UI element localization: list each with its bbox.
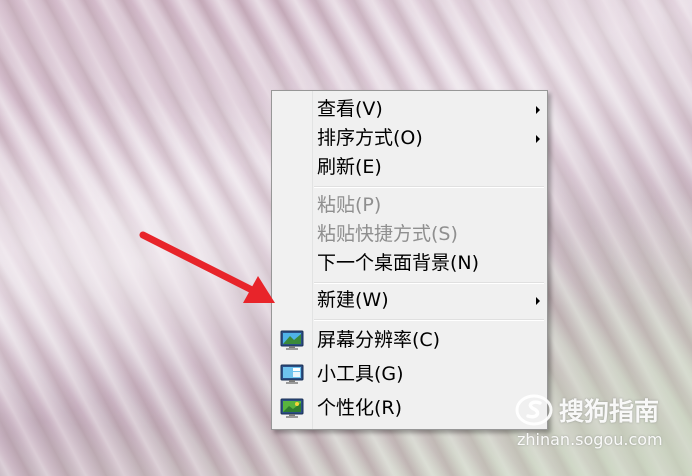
menu-item-next-desktop-background[interactable]: 下一个桌面背景(N) [275, 249, 544, 278]
menu-item-personalize[interactable]: 个性化(R) [275, 394, 544, 423]
submenu-arrow-icon [536, 297, 540, 305]
menu-item-label: 个性化(R) [317, 397, 403, 419]
menu-separator [314, 186, 544, 188]
watermark-brand: 搜狗指南 [559, 397, 660, 426]
desktop-context-menu: 查看(V) 排序方式(O) 刷新(E) 粘贴(P) 粘贴快捷方式(S) 下一个桌… [271, 90, 548, 430]
personalize-icon [280, 398, 304, 418]
menu-item-sort-by[interactable]: 排序方式(O) [275, 124, 544, 153]
menu-item-label: 新建(W) [317, 289, 389, 311]
menu-item-new[interactable]: 新建(W) [275, 286, 544, 315]
menu-item-screen-resolution[interactable]: 屏幕分辨率(C) [275, 326, 544, 355]
menu-separator [314, 282, 544, 284]
sogou-logo-icon [515, 394, 553, 426]
monitor-resolution-icon [280, 330, 304, 350]
menu-item-label: 屏幕分辨率(C) [317, 329, 441, 351]
menu-item-label: 下一个桌面背景(N) [317, 252, 480, 274]
menu-item-label: 查看(V) [317, 98, 383, 120]
menu-item-label: 小工具(G) [317, 363, 404, 385]
menu-item-paste[interactable]: 粘贴(P) [275, 191, 544, 220]
menu-item-label: 粘贴快捷方式(S) [317, 223, 458, 245]
menu-separator [314, 319, 544, 321]
watermark-url: zhinan.sogou.com [517, 430, 663, 449]
menu-item-label: 粘贴(P) [317, 194, 382, 216]
submenu-arrow-icon [536, 135, 540, 143]
menu-item-gadgets[interactable]: 小工具(G) [275, 360, 544, 389]
menu-item-view[interactable]: 查看(V) [275, 95, 544, 124]
menu-item-refresh[interactable]: 刷新(E) [275, 153, 544, 182]
gadgets-icon [280, 364, 304, 384]
watermark: 搜狗指南 zhinan.sogou.com [515, 392, 685, 462]
menu-item-label: 刷新(E) [317, 156, 382, 178]
submenu-arrow-icon [536, 106, 540, 114]
menu-item-paste-shortcut[interactable]: 粘贴快捷方式(S) [275, 220, 544, 249]
menu-item-label: 排序方式(O) [317, 127, 423, 149]
